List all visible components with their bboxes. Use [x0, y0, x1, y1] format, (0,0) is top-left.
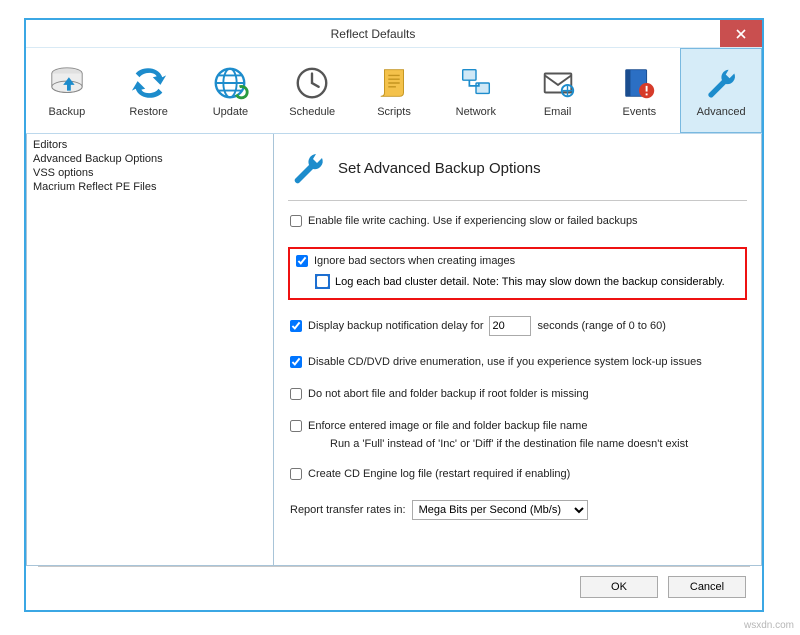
checkbox-display-notification[interactable] — [290, 320, 302, 332]
opt-create-cd-log[interactable]: Create CD Engine log file (restart requi… — [288, 468, 747, 480]
toolbar: Backup Restore Update Schedule Scripts N… — [26, 48, 762, 134]
select-report-rates[interactable]: Mega Bits per Second (Mb/s) — [412, 500, 588, 520]
toolbar-network[interactable]: Network — [435, 48, 517, 133]
toolbar-schedule[interactable]: Schedule — [271, 48, 353, 133]
highlight-box: Ignore bad sectors when creating images … — [288, 247, 747, 300]
opt-file-write-caching[interactable]: Enable file write caching. Use if experi… — [288, 215, 747, 227]
events-icon — [620, 64, 658, 102]
label-text: Disable CD/DVD drive enumeration, use if… — [308, 356, 702, 368]
toolbar-label: Backup — [49, 106, 86, 118]
label-text: Enforce entered image or file and folder… — [308, 420, 587, 432]
opt-ignore-bad-sectors[interactable]: Ignore bad sectors when creating images — [294, 255, 741, 267]
enforce-name-sub: Run a 'Full' instead of 'Inc' or 'Diff' … — [330, 438, 747, 450]
sidebar-item-editors[interactable]: Editors — [33, 138, 267, 152]
toolbar-update[interactable]: Update — [190, 48, 272, 133]
checkbox-ignore-bad-sectors[interactable] — [296, 255, 308, 267]
opt-do-not-abort[interactable]: Do not abort file and folder backup if r… — [288, 388, 747, 400]
toolbar-label: Network — [456, 106, 496, 118]
panel-header: Set Advanced Backup Options — [288, 142, 747, 200]
sidebar: Editors Advanced Backup Options VSS opti… — [26, 134, 274, 566]
toolbar-advanced[interactable]: Advanced — [680, 48, 762, 133]
dialog-window: Reflect Defaults Backup Restore Update S… — [24, 18, 764, 612]
checkbox-log-bad-cluster[interactable] — [316, 275, 329, 288]
email-icon — [539, 64, 577, 102]
clock-icon — [293, 64, 331, 102]
sidebar-item-advanced-backup[interactable]: Advanced Backup Options — [33, 152, 267, 166]
sidebar-item-vss[interactable]: VSS options — [33, 166, 267, 180]
window-title: Reflect Defaults — [26, 20, 720, 47]
divider — [288, 200, 747, 201]
label-text: Create CD Engine log file (restart requi… — [308, 468, 570, 480]
footer: OK Cancel — [28, 566, 760, 608]
label-text-pre: Display backup notification delay for — [308, 320, 483, 332]
checkbox-disable-cddvd[interactable] — [290, 356, 302, 368]
wrench-icon — [702, 64, 740, 102]
network-icon — [457, 64, 495, 102]
disk-icon — [48, 64, 86, 102]
label-text: Report transfer rates in: — [290, 504, 406, 516]
restore-icon — [130, 64, 168, 102]
toolbar-scripts[interactable]: Scripts — [353, 48, 435, 133]
toolbar-restore[interactable]: Restore — [108, 48, 190, 133]
input-notification-delay[interactable] — [489, 316, 531, 336]
cancel-button[interactable]: Cancel — [668, 576, 746, 598]
opt-report-rates: Report transfer rates in: Mega Bits per … — [288, 500, 747, 520]
sidebar-item-pe-files[interactable]: Macrium Reflect PE Files — [33, 180, 267, 194]
main-panel: Set Advanced Backup Options Enable file … — [274, 134, 762, 566]
label-text-post: seconds (range of 0 to 60) — [537, 320, 665, 332]
toolbar-events[interactable]: Events — [598, 48, 680, 133]
divider — [38, 566, 750, 567]
opt-display-notification[interactable]: Display backup notification delay for se… — [288, 316, 747, 336]
checkbox-file-write-caching[interactable] — [290, 215, 302, 227]
close-icon — [736, 29, 746, 39]
panel-title: Set Advanced Backup Options — [338, 160, 541, 177]
toolbar-label: Update — [213, 106, 248, 118]
label-text: Ignore bad sectors when creating images — [314, 255, 515, 267]
toolbar-label: Schedule — [289, 106, 335, 118]
toolbar-label: Events — [623, 106, 657, 118]
toolbar-label: Restore — [129, 106, 168, 118]
checkbox-create-cd-log[interactable] — [290, 468, 302, 480]
checkbox-do-not-abort[interactable] — [290, 388, 302, 400]
opt-disable-cddvd[interactable]: Disable CD/DVD drive enumeration, use if… — [288, 356, 747, 368]
label-text: Log each bad cluster detail. Note: This … — [335, 276, 725, 288]
label-text: Do not abort file and folder backup if r… — [308, 388, 589, 400]
toolbar-backup[interactable]: Backup — [26, 48, 108, 133]
globe-icon — [211, 64, 249, 102]
wrench-icon — [288, 148, 328, 188]
titlebar: Reflect Defaults — [26, 20, 762, 48]
body: Editors Advanced Backup Options VSS opti… — [26, 134, 762, 566]
label-text: Enable file write caching. Use if experi… — [308, 215, 638, 227]
scroll-icon — [375, 64, 413, 102]
opt-enforce-name[interactable]: Enforce entered image or file and folder… — [288, 420, 747, 432]
watermark: wsxdn.com — [744, 620, 794, 631]
checkbox-enforce-name[interactable] — [290, 420, 302, 432]
ok-button[interactable]: OK — [580, 576, 658, 598]
toolbar-label: Scripts — [377, 106, 411, 118]
toolbar-label: Email — [544, 106, 572, 118]
close-button[interactable] — [720, 20, 762, 47]
toolbar-email[interactable]: Email — [517, 48, 599, 133]
toolbar-label: Advanced — [697, 106, 746, 118]
opt-log-bad-cluster[interactable]: Log each bad cluster detail. Note: This … — [316, 275, 741, 288]
